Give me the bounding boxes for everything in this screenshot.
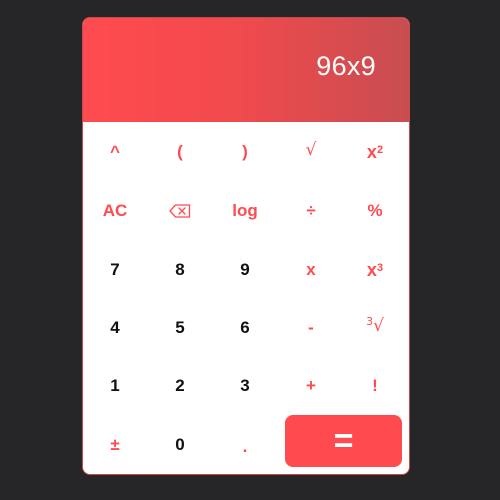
square-root-button[interactable]: √ — [291, 130, 331, 170]
cube-root-sign: √ — [373, 316, 384, 336]
digit-7-button[interactable]: 7 — [95, 250, 135, 290]
square-button[interactable]: x2 — [355, 132, 395, 172]
digit-9-button[interactable]: 9 — [225, 250, 265, 290]
digit-4-button[interactable]: 4 — [95, 308, 135, 348]
power-button[interactable]: ^ — [95, 132, 135, 172]
digit-0-button[interactable]: 0 — [160, 425, 200, 465]
multiply-button[interactable]: x — [291, 250, 331, 290]
equals-button[interactable]: = — [285, 415, 402, 467]
minus-button[interactable]: - — [291, 308, 331, 348]
open-paren-button[interactable]: ( — [160, 132, 200, 172]
backspace-button[interactable] — [160, 191, 200, 231]
digit-3-button[interactable]: 3 — [225, 366, 265, 406]
digit-1-button[interactable]: 1 — [95, 366, 135, 406]
cube-button[interactable]: x3 — [355, 250, 395, 290]
factorial-button[interactable]: ! — [355, 366, 395, 406]
close-paren-button[interactable]: ) — [225, 132, 265, 172]
log-button[interactable]: log — [225, 191, 265, 231]
display-panel: 96x9 — [83, 18, 409, 122]
square-exponent: 2 — [376, 144, 384, 156]
backspace-icon — [169, 204, 191, 218]
square-base: x — [366, 141, 377, 162]
cube-root-button[interactable]: 3 √ — [355, 306, 395, 346]
digit-6-button[interactable]: 6 — [225, 308, 265, 348]
percent-button[interactable]: % — [355, 191, 395, 231]
plus-button[interactable]: + — [291, 366, 331, 406]
cube-base: x — [366, 259, 377, 280]
plus-minus-button[interactable]: ± — [95, 425, 135, 465]
all-clear-button[interactable]: AC — [95, 191, 135, 231]
decimal-button[interactable]: . — [225, 427, 265, 467]
cube-root-index: 3 — [366, 314, 374, 328]
digit-8-button[interactable]: 8 — [160, 250, 200, 290]
digit-5-button[interactable]: 5 — [160, 308, 200, 348]
divide-button[interactable]: ÷ — [291, 191, 331, 231]
calculator: 96x9 — [82, 17, 410, 475]
digit-2-button[interactable]: 2 — [160, 366, 200, 406]
display-expression: 96x9 — [316, 51, 376, 81]
cube-exponent: 3 — [376, 262, 384, 274]
